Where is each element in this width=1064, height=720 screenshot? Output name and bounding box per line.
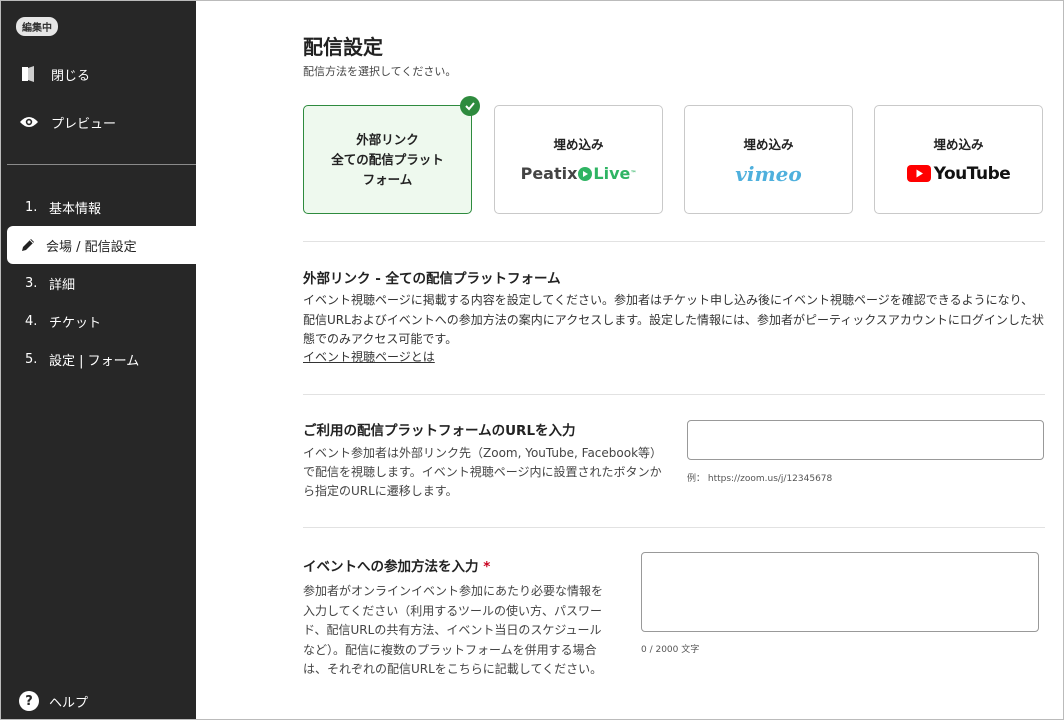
logo-live-text: Live: [593, 164, 631, 183]
step-number: 5.: [25, 351, 38, 367]
card-line: 外部リンク: [356, 131, 419, 147]
card-label: 埋め込み: [933, 136, 984, 152]
youtube-logo: YouTube: [906, 163, 1011, 185]
step-details[interactable]: 3. 詳細: [1, 264, 196, 302]
play-bubble-icon: [578, 166, 593, 181]
section-title-participation: イベントへの参加方法を入力 *: [303, 555, 490, 575]
help-label: ヘルプ: [49, 695, 89, 711]
participation-method-textarea[interactable]: [641, 552, 1039, 632]
sidebar: 編集中 閉じる プレビュー 1. 基本情報 会場 / 配信設定 3. 詳細 4.…: [1, 1, 196, 719]
editing-badge: 編集中: [16, 17, 58, 36]
card-line: フォーム: [362, 171, 413, 187]
option-card-youtube[interactable]: 埋め込み YouTube: [874, 105, 1043, 214]
step-number: 1.: [25, 199, 38, 215]
step-label: 設定 | フォーム: [49, 353, 140, 369]
step-number: 3.: [25, 275, 38, 291]
step-label: 会場 / 配信設定: [46, 239, 137, 255]
step-venue-streaming[interactable]: 会場 / 配信設定: [7, 226, 196, 264]
character-counter: 0 / 2000 文字: [641, 645, 700, 655]
vimeo-logo: vimeo: [735, 161, 802, 186]
participation-description: 参加者がオンラインイベント参加にあたり必要な情報を入力してください（利用するツー…: [303, 584, 604, 676]
platform-url-input[interactable]: [687, 420, 1044, 460]
step-label: チケット: [49, 315, 102, 331]
logo-text: YouTube: [933, 163, 1011, 184]
step-basic-info[interactable]: 1. 基本情報: [1, 188, 196, 226]
step-tickets[interactable]: 4. チケット: [1, 302, 196, 340]
url-description: イベント参加者は外部リンク先（Zoom, YouTube, Facebook等）…: [303, 446, 663, 498]
section-description: イベント視聴ページに掲載する内容を設定してください。参加者はチケット申し込み後に…: [303, 293, 1044, 346]
question-circle-icon: ?: [19, 691, 39, 711]
title-text: イベントへの参加方法を入力: [303, 559, 479, 575]
preview-label: プレビュー: [51, 116, 117, 132]
card-line: 全ての配信プラット: [331, 151, 444, 167]
section-title-url: ご利用の配信プラットフォームのURLを入力: [303, 423, 576, 439]
divider: [303, 241, 1045, 242]
close-button[interactable]: 閉じる: [19, 64, 90, 84]
preview-button[interactable]: プレビュー: [19, 112, 116, 132]
required-mark: *: [483, 559, 491, 575]
card-label: 埋め込み: [553, 136, 604, 152]
card-label: 埋め込み: [743, 136, 794, 152]
page-subtitle: 配信方法を選択してください。: [303, 65, 457, 78]
exit-door-icon: [19, 64, 39, 84]
checkmark-icon: [460, 96, 480, 116]
option-card-vimeo[interactable]: 埋め込み vimeo: [684, 105, 853, 214]
youtube-play-icon: [906, 165, 931, 182]
step-label: 基本情報: [49, 201, 102, 217]
step-label: 詳細: [49, 277, 76, 293]
divider: [303, 527, 1045, 528]
url-example: 例： https://zoom.us/j/12345678: [687, 474, 833, 484]
event-viewing-page-link[interactable]: イベント視聴ページとは: [303, 348, 435, 365]
close-label: 閉じる: [51, 68, 91, 84]
pencil-icon: [20, 237, 36, 253]
section-title-external-link: 外部リンク - 全ての配信プラットフォーム: [303, 271, 561, 287]
divider: [303, 394, 1045, 395]
eye-icon: [19, 112, 39, 132]
page-title: 配信設定: [303, 35, 383, 59]
help-button[interactable]: ? ヘルプ: [19, 691, 88, 711]
peatix-live-logo: Peatix Live ™: [521, 163, 637, 185]
step-settings-form[interactable]: 5. 設定 | フォーム: [1, 340, 196, 378]
logo-text: Peatix: [520, 164, 578, 183]
app-window: 編集中 閉じる プレビュー 1. 基本情報 会場 / 配信設定 3. 詳細 4.…: [0, 0, 1064, 720]
option-card-peatix-live[interactable]: 埋め込み Peatix Live ™: [494, 105, 663, 214]
main-content: 配信設定 配信方法を選択してください。 外部リンク 全ての配信プラット フォーム…: [196, 1, 1063, 719]
option-card-external-link[interactable]: 外部リンク 全ての配信プラット フォーム: [303, 96, 480, 214]
step-number: 4.: [25, 313, 38, 329]
sidebar-divider: [7, 164, 196, 165]
logo-tm: ™: [630, 170, 637, 177]
step-nav: 1. 基本情報 会場 / 配信設定 3. 詳細 4. チケット 5. 設定 | …: [1, 188, 196, 378]
